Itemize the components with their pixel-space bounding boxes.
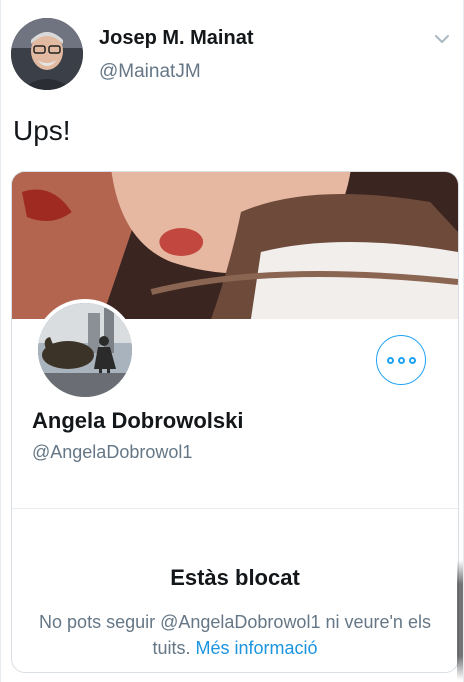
blocked-profile-card[interactable]: Angela Dobrowolski @AngelaDobrowol1 Està…	[11, 171, 459, 673]
author-avatar-image	[11, 18, 83, 90]
profile-avatar-image	[38, 303, 132, 397]
more-options-button[interactable]	[376, 335, 426, 385]
tweet-text: Ups!	[13, 115, 71, 146]
chevron-down-icon[interactable]	[431, 28, 453, 50]
author-name[interactable]: Josep M. Mainat	[99, 27, 253, 50]
author-avatar[interactable]	[11, 18, 83, 90]
dot-icon	[408, 356, 416, 364]
more-info-link[interactable]: Més informació	[195, 638, 317, 658]
author-handle[interactable]: @MainatJM	[99, 61, 201, 83]
tweet: Josep M. Mainat @MainatJM Ups! Angela Do…	[0, 0, 464, 682]
blocked-description: No pots seguir @AngelaDobrowol1 ni veure…	[32, 609, 438, 661]
banner-image	[12, 172, 458, 319]
blocked-title: Estàs blocat	[170, 565, 300, 590]
profile-banner	[12, 172, 458, 319]
edge-shadow	[457, 560, 463, 680]
dot-icon	[397, 356, 405, 364]
dot-icon	[386, 356, 394, 364]
profile-name[interactable]: Angela Dobrowolski	[32, 408, 243, 434]
profile-avatar[interactable]	[34, 299, 136, 401]
profile-handle[interactable]: @AngelaDobrowol1	[32, 442, 192, 463]
divider	[12, 508, 458, 509]
